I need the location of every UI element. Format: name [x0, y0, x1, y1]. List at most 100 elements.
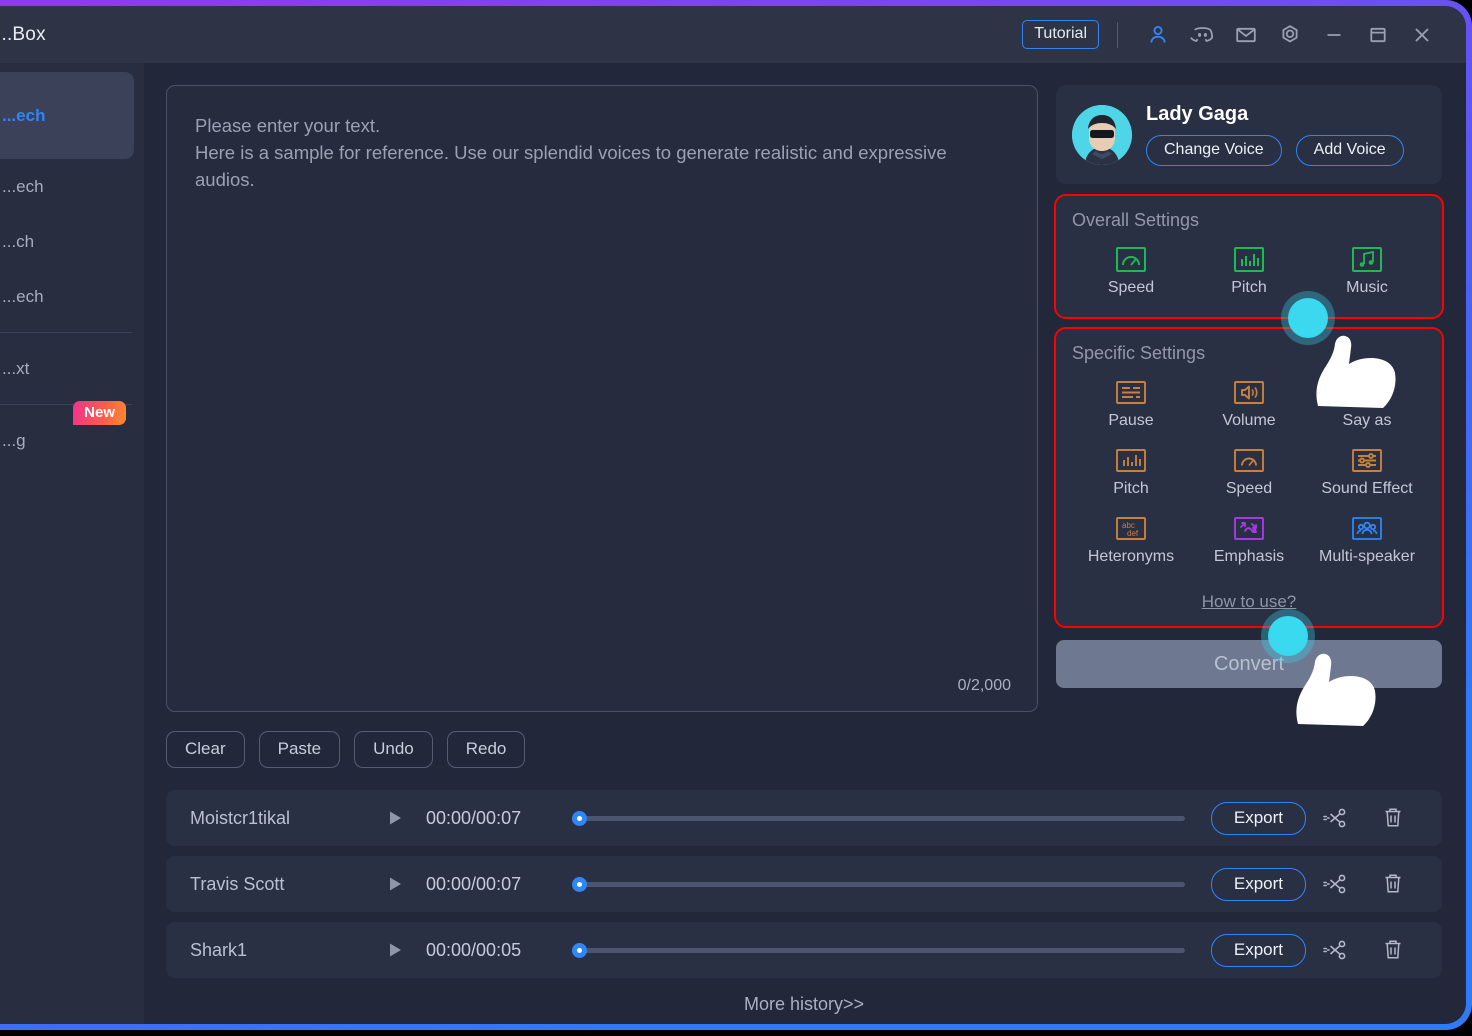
mail-icon[interactable] [1224, 17, 1268, 53]
table-row: Moistcr1tikal 00:00/00:07 Export [166, 790, 1442, 846]
scissors-icon[interactable] [1306, 807, 1364, 829]
how-to-use-link[interactable]: How to use? [1072, 584, 1426, 616]
export-button[interactable]: Export [1210, 867, 1306, 901]
specific-sayas-label: Say as [1342, 412, 1392, 429]
specific-speed-label: Speed [1225, 480, 1273, 497]
overall-speed-label: Speed [1107, 279, 1155, 296]
sidebar-item-3[interactable]: ...ech [0, 269, 134, 324]
close-icon[interactable] [1400, 17, 1444, 53]
specific-heteronyms-button[interactable]: abc def Heteronyms [1072, 508, 1190, 576]
trash-icon[interactable] [1364, 938, 1422, 962]
avatar [1072, 104, 1132, 165]
specific-volume-button[interactable]: Volume [1190, 372, 1308, 440]
overall-speed-button[interactable]: Speed [1072, 239, 1190, 307]
maximize-icon[interactable] [1356, 17, 1400, 53]
specific-emphasis-label: Emphasis [1213, 548, 1285, 565]
undo-button[interactable]: Undo [354, 731, 433, 768]
specific-heteronyms-label: Heteronyms [1087, 548, 1175, 565]
slider-thumb[interactable] [572, 876, 587, 892]
bars-icon [1231, 245, 1267, 274]
music-note-icon [1349, 245, 1385, 274]
history-time: 00:00/00:07 [426, 873, 522, 894]
sidebar-item-label: ...ech [2, 286, 44, 306]
paste-button[interactable]: Paste [258, 731, 341, 768]
slider-track [580, 815, 1185, 821]
overall-music-button[interactable]: Music [1308, 239, 1426, 307]
minimize-icon[interactable] [1312, 17, 1356, 53]
more-history-link[interactable]: More history>> [166, 978, 1442, 1024]
redo-button[interactable]: Redo [446, 731, 526, 768]
main-area: ...ech ...ech ...ch ...ech ...xt ...g Ne… [0, 63, 1466, 1024]
titlebar-divider [1117, 21, 1118, 48]
progress-slider[interactable] [572, 941, 1185, 959]
sidebar-item-label: ...ech [2, 105, 46, 125]
specific-sayas-button[interactable]: abc 123 Say as [1308, 372, 1426, 440]
play-icon[interactable] [386, 809, 426, 827]
slider-thumb[interactable] [572, 942, 587, 958]
clear-button[interactable]: Clear [166, 731, 245, 768]
history-name: Shark1 [190, 939, 248, 960]
account-icon[interactable] [1136, 17, 1180, 53]
specific-speed-button[interactable]: Speed [1190, 440, 1308, 508]
editor-toolbar: Clear Paste Undo Redo [166, 731, 1038, 768]
change-voice-button[interactable]: Change Voice [1146, 135, 1282, 166]
history-list: Moistcr1tikal 00:00/00:07 Export Travis … [166, 790, 1442, 978]
export-button[interactable]: Export [1210, 801, 1306, 835]
convert-button[interactable]: Convert [1056, 640, 1442, 688]
trash-icon[interactable] [1364, 872, 1422, 896]
trash-icon[interactable] [1364, 806, 1422, 830]
progress-slider[interactable] [572, 809, 1185, 827]
progress-slider[interactable] [572, 875, 1185, 893]
voice-name: Lady Gaga [1146, 103, 1249, 125]
specific-emphasis-button[interactable]: Emphasis [1190, 508, 1308, 576]
settings-icon[interactable] [1268, 17, 1312, 53]
sidebar-item-0[interactable]: ...ech [0, 72, 134, 159]
specific-pause-button[interactable]: Pause [1072, 372, 1190, 440]
overall-settings-grid: Speed Pitch Music [1072, 239, 1426, 307]
content-area: Please enter your text. Here is a sample… [144, 63, 1466, 1024]
specific-multi-speaker-button[interactable]: Multi-speaker [1308, 508, 1426, 576]
voice-meta: Lady Gaga Change Voice Add Voice [1146, 103, 1404, 166]
abc123-icon: abc 123 [1349, 378, 1385, 407]
titlebar: ...Box Tutorial [0, 6, 1466, 63]
specific-sound-effect-button[interactable]: Sound Effect [1308, 440, 1426, 508]
export-button[interactable]: Export [1210, 933, 1306, 967]
voice-buttons: Change Voice Add Voice [1146, 135, 1404, 166]
specific-pause-label: Pause [1108, 412, 1154, 429]
play-icon[interactable] [386, 941, 426, 959]
specific-volume-label: Volume [1222, 412, 1276, 429]
app-window: ...Box Tutorial ...ech ...ech ...ch ...e… [0, 0, 1472, 1030]
overall-settings-title: Overall Settings [1072, 210, 1200, 230]
sidebar-item-label: ...ech [2, 176, 44, 196]
sidebar-item-label: ...g [2, 430, 26, 450]
history-time: 00:00/00:07 [426, 807, 522, 828]
discord-icon[interactable] [1180, 17, 1224, 53]
volume-icon [1231, 378, 1267, 407]
overall-settings-panel: Overall Settings Speed Pitch Music [1054, 194, 1444, 319]
specific-pitch-button[interactable]: Pitch [1072, 440, 1190, 508]
table-row: Shark1 00:00/00:05 Export [166, 922, 1442, 978]
play-icon[interactable] [386, 875, 426, 893]
sidebar-item-5[interactable]: ...g New [0, 401, 134, 468]
add-voice-button[interactable]: Add Voice [1295, 135, 1404, 166]
sidebar: ...ech ...ech ...ch ...ech ...xt ...g Ne… [0, 63, 144, 1024]
pause-lines-icon [1113, 378, 1149, 407]
people-icon [1349, 514, 1385, 543]
sidebar-item-4[interactable]: ...xt [0, 341, 134, 396]
sidebar-item-label: ...ch [2, 231, 35, 251]
right-panel: Lady Gaga Change Voice Add Voice Overall… [1054, 85, 1444, 768]
slider-track [580, 947, 1185, 953]
sidebar-item-2[interactable]: ...ch [0, 214, 134, 269]
history-time: 00:00/00:05 [426, 939, 522, 960]
slider-thumb[interactable] [572, 810, 587, 826]
specific-sound-effect-label: Sound Effect [1321, 480, 1413, 497]
arrows-icon [1231, 514, 1267, 543]
sidebar-item-1[interactable]: ...ech [0, 159, 134, 214]
tutorial-button[interactable]: Tutorial [1022, 20, 1099, 49]
text-input[interactable]: Please enter your text. Here is a sample… [166, 85, 1038, 712]
scissors-icon[interactable] [1306, 939, 1364, 961]
slider-track [580, 881, 1185, 887]
overall-pitch-button[interactable]: Pitch [1190, 239, 1308, 307]
scissors-icon[interactable] [1306, 873, 1364, 895]
gauge-icon [1231, 446, 1267, 475]
